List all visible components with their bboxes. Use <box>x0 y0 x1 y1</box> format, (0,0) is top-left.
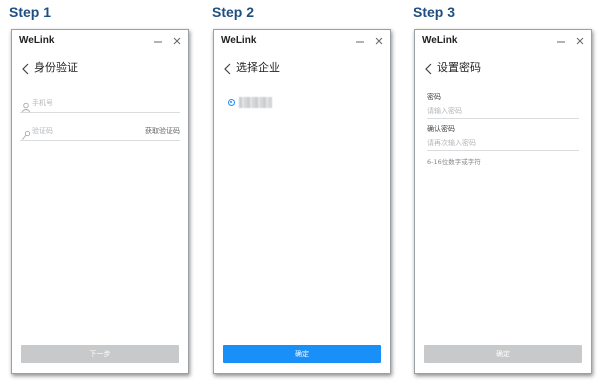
close-icon[interactable] <box>372 33 386 47</box>
page-header: 身份验证 <box>12 54 188 78</box>
minimize-icon[interactable] <box>554 33 568 47</box>
phone-input[interactable]: 手机号 <box>20 98 180 113</box>
app-name: WeLink <box>221 35 257 46</box>
page-title: 身份验证 <box>34 61 78 74</box>
radio-selected-icon[interactable] <box>228 99 235 106</box>
titlebar: WeLink <box>415 30 591 52</box>
back-chevron-icon[interactable] <box>21 60 31 75</box>
confirm-password-label: 确认密码 <box>427 125 455 133</box>
verification-code-placeholder: 验证码 <box>32 127 53 135</box>
confirm-password-placeholder: 请再次输入密码 <box>427 139 476 147</box>
welink-window-step-1: WeLink 身份验证 手机号 验证码 获取验证码 下一步 <box>11 29 189 374</box>
user-icon <box>21 98 31 113</box>
next-button[interactable]: 下一步 <box>21 345 179 363</box>
step-3-title: Step 3 <box>413 4 456 20</box>
confirm-button[interactable]: 确定 <box>223 345 381 363</box>
confirm-password-input[interactable]: 请再次输入密码 <box>427 136 579 151</box>
welink-window-step-3: WeLink 设置密码 密码 请输入密码 确认密码 请再次输入密码 6-16位数… <box>414 29 592 374</box>
back-chevron-icon[interactable] <box>424 60 434 75</box>
password-label: 密码 <box>427 93 441 101</box>
back-chevron-icon[interactable] <box>223 60 233 75</box>
close-icon[interactable] <box>170 33 184 47</box>
page-header: 设置密码 <box>415 54 591 78</box>
close-icon[interactable] <box>573 33 587 47</box>
page-header: 选择企业 <box>214 54 390 78</box>
verification-code-input[interactable]: 验证码 获取验证码 <box>20 126 180 141</box>
get-code-link[interactable]: 获取验证码 <box>145 126 180 136</box>
minimize-icon[interactable] <box>151 33 165 47</box>
titlebar: WeLink <box>12 30 188 52</box>
enterprise-name-blurred <box>239 97 272 108</box>
key-icon <box>21 126 31 140</box>
password-input[interactable]: 请输入密码 <box>427 104 579 119</box>
page-title: 设置密码 <box>437 61 481 74</box>
page-title: 选择企业 <box>236 61 280 74</box>
password-placeholder: 请输入密码 <box>427 107 462 115</box>
step-2-title: Step 2 <box>212 4 255 20</box>
step-1-title: Step 1 <box>9 4 52 20</box>
app-name: WeLink <box>422 35 458 46</box>
password-hint: 6-16位数字或字符 <box>427 158 481 166</box>
confirm-button[interactable]: 确定 <box>424 345 582 363</box>
welink-window-step-2: WeLink 选择企业 确定 <box>213 29 391 374</box>
minimize-icon[interactable] <box>353 33 367 47</box>
app-name: WeLink <box>19 35 55 46</box>
titlebar: WeLink <box>214 30 390 52</box>
phone-placeholder: 手机号 <box>32 99 53 107</box>
